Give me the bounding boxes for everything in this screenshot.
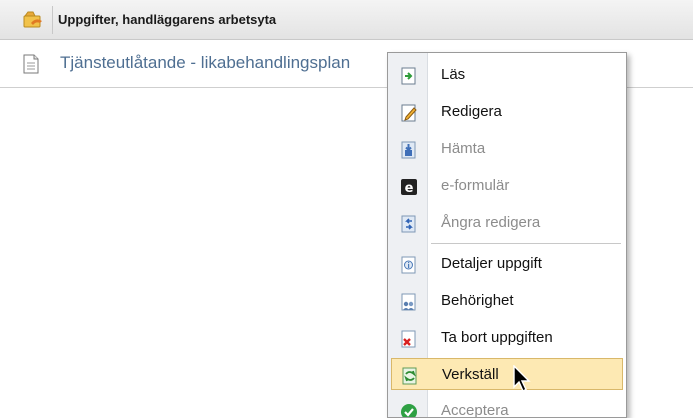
menu-item-detaljer-uppgift[interactable]: Detaljer uppgift xyxy=(391,248,623,280)
delete-task-icon xyxy=(401,330,416,348)
menu-item-label: Behörighet xyxy=(441,292,514,309)
details-icon xyxy=(401,256,416,274)
edit-icon xyxy=(401,104,417,122)
accept-icon xyxy=(401,404,417,417)
menu-item-hamta[interactable]: Hämta xyxy=(391,133,623,165)
window-title: Uppgifter, handläggarens arbetsyta xyxy=(58,12,277,27)
menu-item-label: Verkställ xyxy=(442,366,499,383)
menu-item-e-formular[interactable]: e e-formulär xyxy=(391,170,623,202)
window-titlebar: Uppgifter, handläggarens arbetsyta xyxy=(0,0,693,40)
read-icon xyxy=(401,67,416,85)
menu-item-behorighet[interactable]: Behörighet xyxy=(391,285,623,317)
permissions-icon xyxy=(401,293,416,311)
menu-item-label: e-formulär xyxy=(441,177,510,194)
menu-item-las[interactable]: Läs xyxy=(391,59,623,91)
menu-item-acceptera[interactable]: Acceptera xyxy=(391,395,623,418)
menu-item-label: Ta bort uppgiften xyxy=(441,329,553,346)
menu-item-redigera[interactable]: Redigera xyxy=(391,96,623,128)
mouse-cursor-icon xyxy=(513,365,531,392)
menu-item-label: Acceptera xyxy=(441,402,509,418)
titlebar-separator xyxy=(52,6,53,34)
menu-item-label: Läs xyxy=(441,66,466,83)
menu-item-label: Hämta xyxy=(441,140,486,157)
menu-item-label: Detaljer uppgift xyxy=(441,255,542,272)
execute-icon xyxy=(402,367,417,385)
menu-separator xyxy=(431,243,621,244)
download-icon xyxy=(401,141,416,159)
document-title[interactable]: Tjänsteutlåtande - likabehandlingsplan xyxy=(60,53,390,73)
hand-folder-icon[interactable] xyxy=(22,10,44,30)
menu-item-verkstall[interactable]: Verkställ xyxy=(391,358,623,390)
svg-text:e: e xyxy=(405,181,414,196)
undo-edit-icon xyxy=(401,215,416,233)
e-form-icon: e xyxy=(401,179,417,196)
menu-item-ta-bort-uppgiften[interactable]: Ta bort uppgiften xyxy=(391,322,623,354)
document-icon xyxy=(23,54,39,74)
context-menu: Läs Redigera Hämta e e-formulär Ångra re… xyxy=(387,52,627,418)
menu-item-angra-redigera[interactable]: Ångra redigera xyxy=(391,207,623,239)
menu-item-label: Redigera xyxy=(441,103,502,120)
menu-item-label: Ångra redigera xyxy=(441,214,541,231)
